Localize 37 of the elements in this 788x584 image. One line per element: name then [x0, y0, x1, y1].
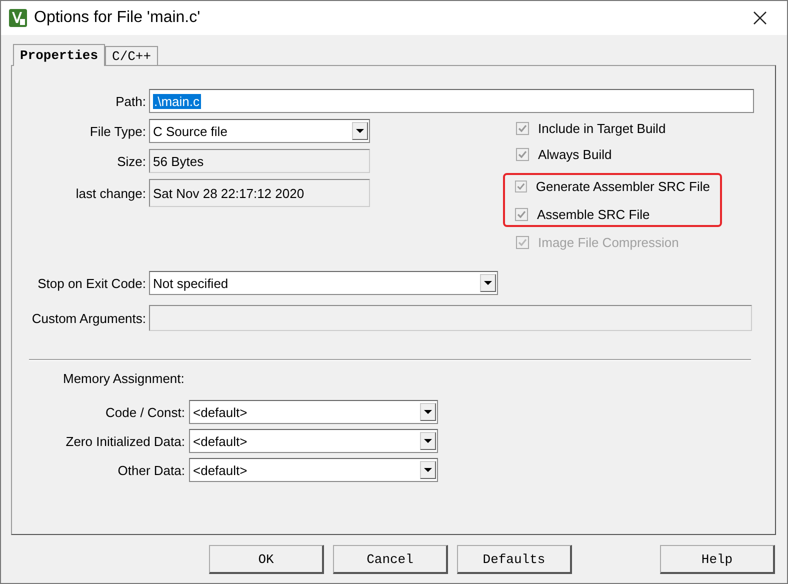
dropdown-arrow-icon — [424, 410, 432, 414]
dialog-button[interactable]: OK — [209, 545, 324, 574]
checkbox[interactable]: Assemble SRC File — [515, 205, 710, 223]
field-label: Code / Const: — [104, 404, 185, 420]
field-label: Stop on Exit Code: — [36, 276, 146, 290]
dialog-button[interactable]: Help — [660, 545, 775, 574]
section-title: Memory Assignment: — [63, 371, 184, 386]
tab[interactable]: Properties — [13, 44, 106, 66]
app-icon — [9, 9, 27, 27]
field-label: Other Data: — [116, 462, 185, 478]
size-field: 56 Bytes — [149, 149, 370, 173]
field-label: Path: — [114, 94, 146, 108]
field-label: File Type: — [88, 124, 146, 138]
memory-dropdown[interactable]: <default> — [189, 400, 438, 424]
custom-arguments-field[interactable] — [149, 305, 752, 331]
exit-code-dropdown[interactable]: Not specified — [149, 271, 498, 295]
field-label: Zero Initialized Data: — [64, 434, 185, 448]
dialog-button[interactable]: Cancel — [333, 545, 448, 574]
tab[interactable]: C/C++ — [105, 46, 158, 65]
file-type-dropdown[interactable]: C Source file — [149, 119, 370, 143]
dropdown-arrow-icon — [424, 468, 432, 472]
close-icon[interactable] — [753, 11, 767, 25]
dropdown-arrow-icon — [356, 129, 364, 133]
field-label: Size: — [116, 154, 146, 168]
field-label: last change: — [74, 186, 146, 200]
dialog-button[interactable]: Defaults — [457, 545, 572, 574]
memory-dropdown[interactable]: <default> — [189, 458, 438, 482]
dropdown-arrow-icon — [484, 281, 492, 285]
field-label: Custom Arguments: — [30, 310, 146, 326]
dropdown-arrow-icon — [424, 439, 432, 443]
last-change-field: Sat Nov 28 22:17:12 2020 — [149, 179, 370, 207]
checkbox[interactable]: Always Build — [516, 145, 726, 163]
path-field[interactable]: .\main.c — [149, 89, 754, 113]
checkbox[interactable]: Generate Assembler SRC File — [515, 177, 710, 195]
checkbox[interactable]: Include in Target Build — [516, 119, 726, 137]
memory-dropdown[interactable]: <default> — [189, 429, 438, 453]
window-title: Options for File 'main.c' — [34, 9, 202, 27]
